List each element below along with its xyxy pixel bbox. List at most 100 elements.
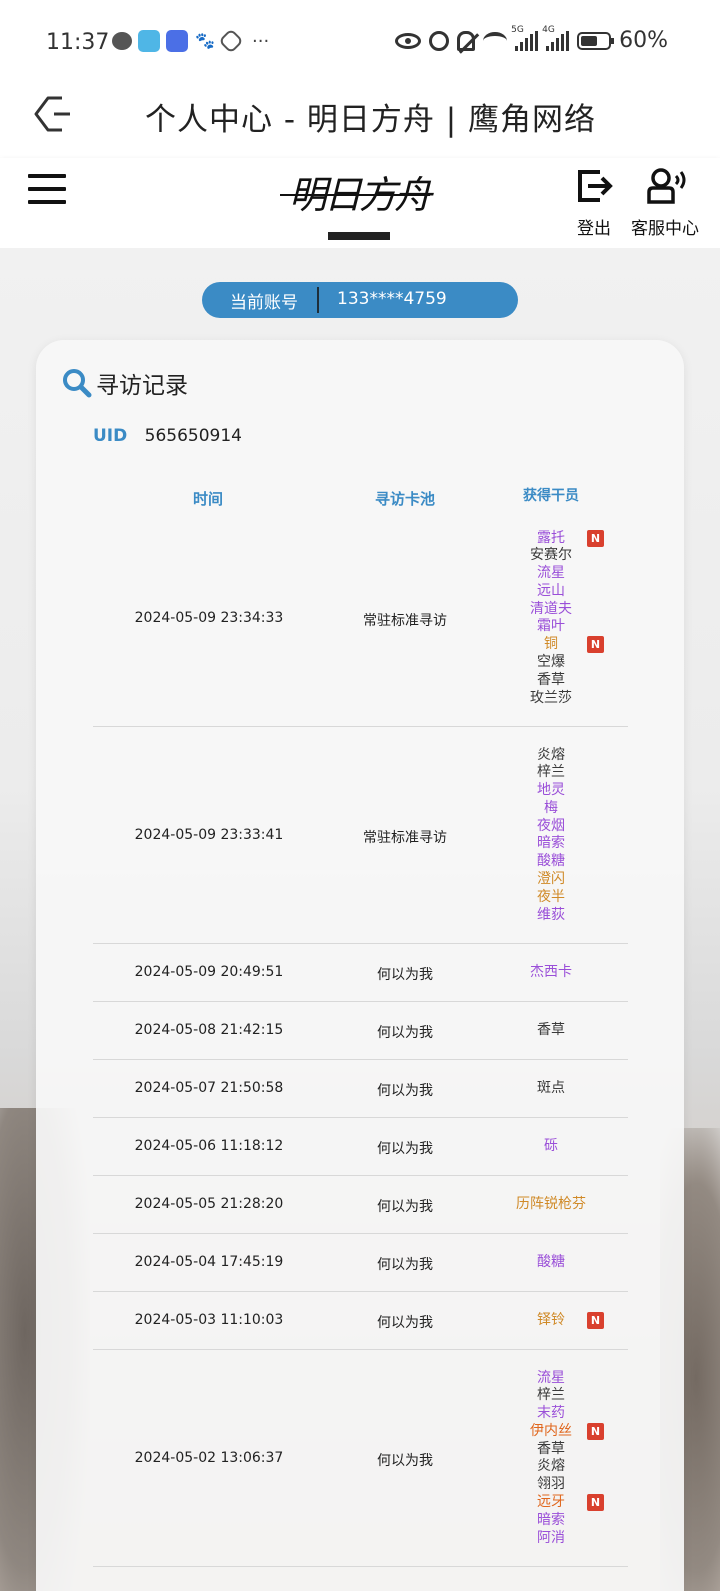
operator-name: 流星 <box>537 1369 565 1386</box>
search-icon <box>62 368 92 398</box>
hand-icon <box>218 28 244 54</box>
column-header-pool: 寻访卡池 <box>374 490 435 508</box>
table-body: 2024-05-09 23:34:33 常驻标准寻访 露托 N 安赛尔 流星 远山 清道夫 霜叶… <box>93 510 628 1567</box>
current-account-value: 133****4759 <box>337 289 447 309</box>
operator-name: 翎羽 <box>537 1476 565 1493</box>
table-row: 2024-05-07 21:50:58 何以为我 斑点 <box>93 1060 628 1118</box>
row-pool: 常驻标准寻访 <box>363 829 447 846</box>
uid-row: UID 565650914 <box>93 426 242 446</box>
mute-icon <box>457 30 476 51</box>
eye-icon <box>395 32 422 49</box>
alarm-icon <box>429 30 450 51</box>
page: 11:37 🐾 ··· 5G 4G 60% 个人中心 - 明日方舟 | 鹰角网络… <box>0 0 720 1591</box>
logout-button[interactable]: 登出 <box>572 166 616 239</box>
table-row: 2024-05-05 21:28:20 何以为我 历阵锐枪芬 <box>93 1176 628 1234</box>
row-pool: 何以为我 <box>377 1452 433 1469</box>
baidu-icon: 🐾 <box>195 31 215 50</box>
operator-name: 酸糖 <box>537 853 565 870</box>
new-badge: N <box>587 529 604 547</box>
operator-name: 阿消 <box>537 1529 565 1546</box>
wifi-icon <box>483 31 508 50</box>
row-time: 2024-05-09 23:33:41 <box>134 826 284 843</box>
table-row: 2024-05-04 17:45:19 何以为我 酸糖 <box>93 1234 628 1292</box>
customer-service-button[interactable]: 客服中心 <box>627 166 703 239</box>
row-time: 2024-05-09 23:34:33 <box>134 609 284 626</box>
row-pool: 何以为我 <box>377 1141 433 1157</box>
mail-app-icon <box>166 30 188 52</box>
row-operators: 砾 <box>501 1138 601 1156</box>
operator-name: 铜N <box>501 636 604 654</box>
arknights-logo[interactable]: 明日方舟 <box>280 164 434 244</box>
operator-name: 安赛尔 <box>530 547 572 564</box>
row-pool: 何以为我 <box>377 1025 433 1041</box>
table-row: 2024-05-02 13:06:37 何以为我 流星 梓兰 末药 伊内丝 N 香草 炎熔 翎羽远… <box>93 1350 628 1567</box>
operator-name: 炎熔 <box>537 746 565 763</box>
row-time: 2024-05-02 13:06:37 <box>134 1449 284 1466</box>
operator-name: 夜半 <box>537 888 565 905</box>
operator-name: 玫兰莎 <box>530 689 572 706</box>
operator-name: 香草 <box>537 1440 565 1457</box>
signal-5g-icon: 5G <box>511 25 539 51</box>
new-badge: N <box>587 1422 604 1440</box>
operator-name: 远牙 N <box>501 1494 604 1512</box>
logo-text: 明日方舟 <box>288 173 432 217</box>
row-time: 2024-05-07 21:50:58 <box>134 1080 284 1096</box>
app-title-bar: 个人中心 - 明日方舟 | 鹰角网络 <box>0 88 720 158</box>
system-icons: 5G 4G 60% <box>395 25 668 53</box>
table-row: 2024-05-09 23:33:41 常驻标准寻访 炎熔 梓兰 地灵梅夜烟 暗索 酸糖 澄闪… <box>93 727 628 944</box>
site-header: 明日方舟 登出 客服中心 <box>0 158 720 248</box>
operator-name: 空爆 <box>537 654 565 671</box>
back-button[interactable] <box>32 94 76 134</box>
record-table: 时间 寻访卡池 获得干员 2024-05-09 23:34:33 常驻标准寻访 露托… <box>93 470 628 1567</box>
notification-icons: 🐾 ··· <box>112 28 270 54</box>
table-row: 2024-05-06 11:18:12 何以为我 砾 <box>93 1118 628 1176</box>
row-time: 2024-05-09 20:49:51 <box>134 964 284 980</box>
operator-name: 清道夫 <box>530 600 572 617</box>
logout-icon <box>574 166 614 206</box>
row-operators: 炎熔 梓兰 地灵梅夜烟 暗索 酸糖 澄闪 夜半 维荻 <box>501 747 601 925</box>
row-operators: 流星 梓兰 末药 伊内丝 N 香草 炎熔 翎羽 远牙 N 暗索 阿消 <box>501 1369 604 1548</box>
operator-name: 香草 <box>537 671 565 688</box>
row-time: 2024-05-06 11:18:12 <box>134 1138 284 1154</box>
row-operators: 露托 N 安赛尔 流星 远山 清道夫 霜叶铜 N 空爆 香草 玫兰莎 <box>501 529 604 708</box>
book-app-icon <box>138 30 160 52</box>
operator-name: 暗索 <box>537 835 565 852</box>
record-title: 寻访记录 <box>62 366 188 400</box>
operator-name: 地灵 <box>537 782 565 799</box>
operator-name: 澄闪 <box>537 871 565 888</box>
back-arrow-icon <box>34 96 70 132</box>
row-operators: 铎铃 N <box>501 1312 604 1330</box>
status-time: 11:37 <box>46 30 110 55</box>
customer-service-icon <box>645 166 686 206</box>
battery-percent: 60% <box>619 28 668 53</box>
row-operators: 酸糖 <box>501 1254 601 1272</box>
row-time: 2024-05-05 21:28:20 <box>134 1196 284 1212</box>
battery-icon <box>577 31 615 50</box>
new-badge: N <box>587 1312 604 1330</box>
operator-name: 梓兰 <box>537 1387 565 1404</box>
menu-button[interactable] <box>28 174 66 204</box>
operator-name: 杰西卡 <box>530 964 572 981</box>
row-time: 2024-05-03 11:10:03 <box>134 1312 284 1328</box>
column-header-time: 时间 <box>192 490 223 508</box>
page-title: 个人中心 - 明日方舟 | 鹰角网络 <box>145 102 597 138</box>
row-operators: 香草 <box>501 1022 601 1040</box>
more-notifications-icon: ··· <box>252 30 270 52</box>
new-badge: N <box>587 636 604 654</box>
column-header-operators: 获得干员 <box>523 488 579 504</box>
current-account-pill: 当前账号 133****4759 <box>202 282 518 318</box>
operator-name: 夜烟 <box>537 817 565 834</box>
operator-name: 历阵锐枪芬 <box>516 1196 586 1213</box>
signal-4g-icon: 4G <box>542 25 570 51</box>
uid-value: 565650914 <box>144 426 242 446</box>
row-pool: 何以为我 <box>377 1257 433 1273</box>
record-title-text: 寻访记录 <box>96 373 188 399</box>
uid-label: UID <box>93 426 128 446</box>
table-row: 2024-05-09 20:49:51 何以为我 杰西卡 <box>93 944 628 1002</box>
operator-name: 香草 <box>537 1022 565 1039</box>
operator-name: 维荻 <box>537 906 565 923</box>
operator-name: 梅 <box>544 799 558 816</box>
row-pool: 何以为我 <box>377 1083 433 1099</box>
row-pool: 何以为我 <box>377 1199 433 1215</box>
row-pool: 何以为我 <box>377 1315 433 1331</box>
